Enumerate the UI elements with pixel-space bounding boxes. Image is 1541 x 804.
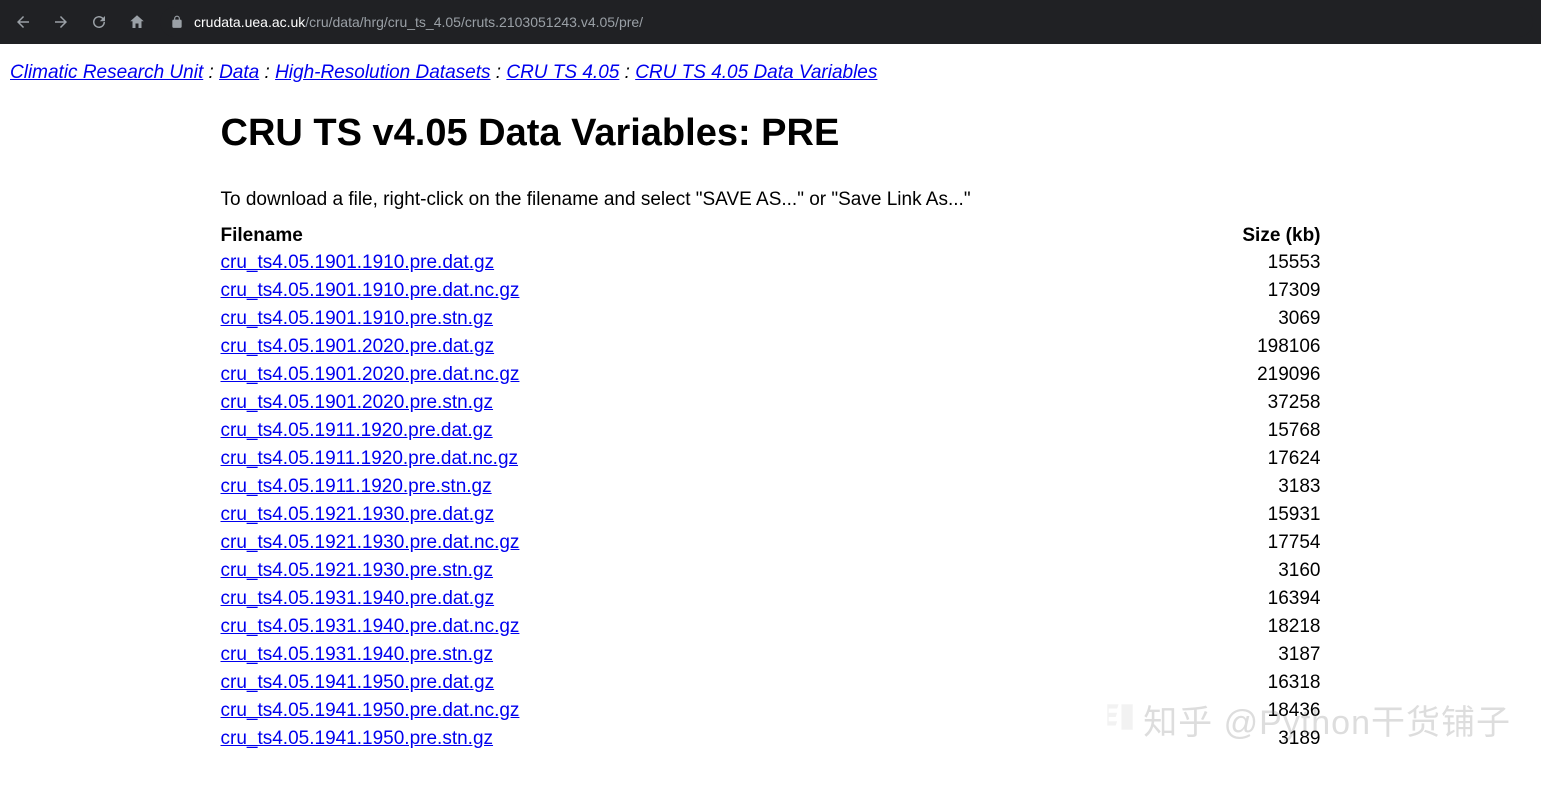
- file-link[interactable]: cru_ts4.05.1921.1930.pre.dat.gz: [221, 504, 495, 525]
- table-row: cru_ts4.05.1901.1910.pre.dat.nc.gz 17309: [221, 277, 1321, 305]
- breadcrumb-link[interactable]: CRU TS 4.05 Data Variables: [635, 62, 877, 83]
- home-icon: [128, 13, 146, 31]
- page-title: CRU TS v4.05 Data Variables: PRE: [221, 112, 1321, 155]
- back-button[interactable]: [8, 7, 38, 37]
- file-size: 37258: [1093, 389, 1321, 417]
- table-row: cru_ts4.05.1941.1950.pre.dat.nc.gz 18436: [221, 697, 1321, 725]
- file-link[interactable]: cru_ts4.05.1941.1950.pre.dat.gz: [221, 672, 495, 693]
- file-size: 3187: [1093, 641, 1321, 669]
- table-row: cru_ts4.05.1901.2020.pre.dat.gz 198106: [221, 333, 1321, 361]
- file-link[interactable]: cru_ts4.05.1901.1910.pre.dat.nc.gz: [221, 280, 520, 301]
- column-header-size: Size (kb): [1093, 223, 1321, 249]
- reload-button[interactable]: [84, 7, 114, 37]
- file-size: 15931: [1093, 501, 1321, 529]
- file-link[interactable]: cru_ts4.05.1911.1920.pre.stn.gz: [221, 476, 492, 497]
- file-link[interactable]: cru_ts4.05.1911.1920.pre.dat.gz: [221, 420, 493, 441]
- breadcrumb-link[interactable]: CRU TS 4.05: [506, 62, 619, 83]
- table-row: cru_ts4.05.1911.1920.pre.dat.gz 15768: [221, 417, 1321, 445]
- table-row: cru_ts4.05.1931.1940.pre.dat.gz 16394: [221, 585, 1321, 613]
- table-row: cru_ts4.05.1931.1940.pre.dat.nc.gz 18218: [221, 613, 1321, 641]
- file-size: 15553: [1093, 249, 1321, 277]
- file-size: 219096: [1093, 361, 1321, 389]
- url-path: /cru/data/hrg/cru_ts_4.05/cruts.21030512…: [305, 14, 643, 30]
- file-size: 18218: [1093, 613, 1321, 641]
- file-size: 3189: [1093, 725, 1321, 753]
- lock-icon: [170, 15, 184, 29]
- table-row: cru_ts4.05.1901.2020.pre.stn.gz 37258: [221, 389, 1321, 417]
- breadcrumb-separator: :: [203, 62, 219, 83]
- main-content: CRU TS v4.05 Data Variables: PRE To down…: [221, 112, 1321, 753]
- file-size: 17624: [1093, 445, 1321, 473]
- file-size: 3183: [1093, 473, 1321, 501]
- instruction-text: To download a file, right-click on the f…: [221, 189, 1321, 211]
- breadcrumb-separator: :: [491, 62, 507, 83]
- page-body: Climatic Research Unit : Data : High-Res…: [0, 44, 1541, 783]
- file-size: 17754: [1093, 529, 1321, 557]
- table-row: cru_ts4.05.1921.1930.pre.dat.nc.gz 17754: [221, 529, 1321, 557]
- table-row: cru_ts4.05.1931.1940.pre.stn.gz 3187: [221, 641, 1321, 669]
- file-size: 16394: [1093, 585, 1321, 613]
- breadcrumb-link[interactable]: Climatic Research Unit: [10, 62, 203, 83]
- file-link[interactable]: cru_ts4.05.1931.1940.pre.stn.gz: [221, 644, 494, 665]
- file-size: 16318: [1093, 669, 1321, 697]
- breadcrumb: Climatic Research Unit : Data : High-Res…: [10, 62, 1531, 84]
- arrow-left-icon: [14, 13, 32, 31]
- breadcrumb-link[interactable]: High-Resolution Datasets: [275, 62, 490, 83]
- file-link[interactable]: cru_ts4.05.1931.1940.pre.dat.nc.gz: [221, 616, 520, 637]
- file-size: 198106: [1093, 333, 1321, 361]
- file-link[interactable]: cru_ts4.05.1901.2020.pre.dat.gz: [221, 336, 495, 357]
- table-row: cru_ts4.05.1911.1920.pre.stn.gz 3183: [221, 473, 1321, 501]
- forward-button[interactable]: [46, 7, 76, 37]
- file-size: 15768: [1093, 417, 1321, 445]
- file-link[interactable]: cru_ts4.05.1901.1910.pre.stn.gz: [221, 308, 494, 329]
- url-host: crudata.uea.ac.uk: [194, 14, 305, 30]
- arrow-right-icon: [52, 13, 70, 31]
- file-link[interactable]: cru_ts4.05.1921.1930.pre.stn.gz: [221, 560, 494, 581]
- table-row: cru_ts4.05.1921.1930.pre.dat.gz 15931: [221, 501, 1321, 529]
- table-row: cru_ts4.05.1941.1950.pre.stn.gz 3189: [221, 725, 1321, 753]
- file-link[interactable]: cru_ts4.05.1901.2020.pre.stn.gz: [221, 392, 494, 413]
- table-row: cru_ts4.05.1921.1930.pre.stn.gz 3160: [221, 557, 1321, 585]
- file-link[interactable]: cru_ts4.05.1941.1950.pre.dat.nc.gz: [221, 700, 520, 721]
- file-link[interactable]: cru_ts4.05.1921.1930.pre.dat.nc.gz: [221, 532, 520, 553]
- url-text: crudata.uea.ac.uk/cru/data/hrg/cru_ts_4.…: [194, 14, 643, 30]
- file-link[interactable]: cru_ts4.05.1941.1950.pre.stn.gz: [221, 728, 494, 749]
- table-row: cru_ts4.05.1901.1910.pre.stn.gz 3069: [221, 305, 1321, 333]
- column-header-filename: Filename: [221, 223, 1093, 249]
- file-size: 17309: [1093, 277, 1321, 305]
- file-size: 3069: [1093, 305, 1321, 333]
- browser-toolbar: crudata.uea.ac.uk/cru/data/hrg/cru_ts_4.…: [0, 0, 1541, 44]
- file-link[interactable]: cru_ts4.05.1901.1910.pre.dat.gz: [221, 252, 495, 273]
- home-button[interactable]: [122, 7, 152, 37]
- address-bar[interactable]: crudata.uea.ac.uk/cru/data/hrg/cru_ts_4.…: [160, 7, 1533, 37]
- file-size: 3160: [1093, 557, 1321, 585]
- breadcrumb-separator: :: [259, 62, 275, 83]
- breadcrumb-separator: :: [619, 62, 635, 83]
- table-row: cru_ts4.05.1901.1910.pre.dat.gz 15553: [221, 249, 1321, 277]
- table-row: cru_ts4.05.1911.1920.pre.dat.nc.gz 17624: [221, 445, 1321, 473]
- file-table: Filename Size (kb) cru_ts4.05.1901.1910.…: [221, 223, 1321, 753]
- reload-icon: [90, 13, 108, 31]
- breadcrumb-link[interactable]: Data: [219, 62, 259, 83]
- table-row: cru_ts4.05.1941.1950.pre.dat.gz 16318: [221, 669, 1321, 697]
- file-link[interactable]: cru_ts4.05.1901.2020.pre.dat.nc.gz: [221, 364, 520, 385]
- file-link[interactable]: cru_ts4.05.1911.1920.pre.dat.nc.gz: [221, 448, 519, 469]
- file-link[interactable]: cru_ts4.05.1931.1940.pre.dat.gz: [221, 588, 495, 609]
- table-row: cru_ts4.05.1901.2020.pre.dat.nc.gz 219096: [221, 361, 1321, 389]
- file-size: 18436: [1093, 697, 1321, 725]
